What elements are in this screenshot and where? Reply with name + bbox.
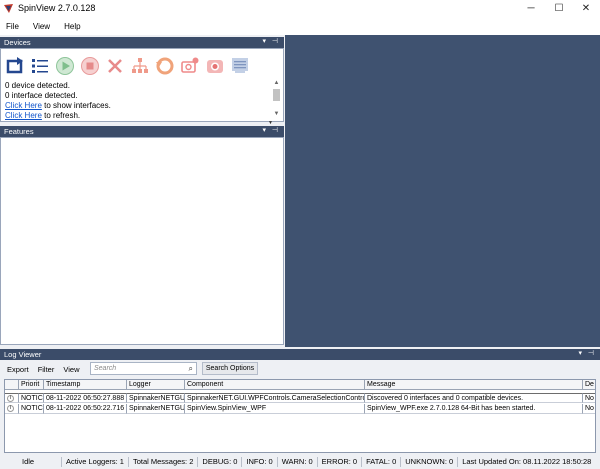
scroll-up-icon[interactable]: ▲ bbox=[272, 79, 281, 88]
status-info-count: INFO: 0 bbox=[242, 457, 278, 467]
play-icon[interactable] bbox=[54, 55, 76, 77]
log-viewer-pin-icon[interactable]: ▾ ⊣ bbox=[578, 349, 596, 357]
menu-help[interactable]: Help bbox=[58, 22, 88, 31]
devices-panel-title: Devices bbox=[4, 38, 31, 47]
main-workspace bbox=[285, 35, 600, 347]
status-unknown-count: UNKNOWN: 0 bbox=[401, 457, 459, 467]
search-input[interactable]: Search ⌕ bbox=[90, 362, 197, 375]
show-interfaces-text: to show interfaces. bbox=[41, 101, 111, 110]
status-fatal-count: FATAL: 0 bbox=[362, 457, 402, 467]
cell-logger: SpinnakerNETGUI bbox=[127, 393, 185, 403]
features-panel-header: Features ▾ ⊣ bbox=[0, 126, 284, 137]
interface-count-text: 0 interface detected. bbox=[5, 91, 78, 100]
refresh-link[interactable]: Click Here bbox=[5, 111, 42, 120]
snapshot-icon[interactable] bbox=[179, 55, 201, 77]
devices-panel: 0 device detected. 0 interface detected.… bbox=[0, 48, 284, 126]
list-view-icon[interactable] bbox=[29, 55, 51, 77]
menu-bar: File View Help bbox=[0, 18, 600, 34]
window-title: SpinView 2.7.0.128 bbox=[18, 3, 96, 13]
network-icon[interactable] bbox=[129, 55, 151, 77]
table-row[interactable]: i NOTICE 08-11-2022 06:50:22.716 Spinnak… bbox=[5, 404, 595, 414]
devices-toolbar bbox=[4, 55, 254, 77]
menu-view[interactable]: View bbox=[27, 22, 58, 31]
status-warn-count: WARN: 0 bbox=[278, 457, 318, 467]
cell-logger: SpinnakerNETGUI bbox=[127, 404, 185, 414]
switch-view-icon[interactable] bbox=[4, 55, 26, 77]
minimize-button[interactable]: ─ bbox=[517, 0, 545, 16]
refresh-text: to refresh. bbox=[41, 111, 81, 120]
log-viewer-header: Log Viewer ▾ ⊣ bbox=[0, 349, 600, 360]
column-header-logger[interactable]: Logger bbox=[127, 380, 185, 390]
status-last-updated: Last Updated On: 08.11.2022 18:50:28 bbox=[462, 457, 592, 466]
maximize-button[interactable]: ☐ bbox=[545, 0, 573, 16]
status-bar: Idle Active Loggers: 1 Total Messages: 2… bbox=[0, 455, 600, 469]
refresh-line: Click Here to refresh. bbox=[5, 111, 80, 120]
cell-detail: No bbox=[583, 393, 595, 403]
table-row[interactable]: i NOTICE 08-11-2022 06:50:27.888 Spinnak… bbox=[5, 393, 595, 403]
cell-timestamp: 08-11-2022 06:50:22.716 bbox=[44, 404, 127, 414]
scroll-thumb[interactable] bbox=[273, 89, 280, 101]
log-table-header: Priorit Timestamp Logger Component Messa… bbox=[5, 380, 595, 390]
status-state: Idle bbox=[0, 457, 62, 467]
close-button[interactable]: ✕ bbox=[572, 0, 600, 16]
search-icon[interactable]: ⌕ bbox=[189, 363, 193, 374]
spinview-logo-icon bbox=[3, 3, 14, 14]
title-bar: SpinView 2.7.0.128 ─ ☐ ✕ bbox=[0, 0, 600, 16]
info-icon: i bbox=[7, 395, 14, 402]
log-viewer-title: Log Viewer bbox=[4, 350, 42, 359]
show-interfaces-link[interactable]: Click Here bbox=[5, 101, 42, 110]
device-count-text: 0 device detected. bbox=[5, 81, 70, 90]
column-header-component[interactable]: Component bbox=[185, 380, 365, 390]
cell-message: Discovered 0 interfaces and 0 compatible… bbox=[365, 393, 583, 403]
cell-message: SpinView_WPF.exe 2.7.0.128 64-Bit has be… bbox=[365, 404, 583, 414]
log-toolbar: Export Filter View Search ⌕ Search Optio… bbox=[0, 361, 600, 377]
status-active-loggers: Active Loggers: 1 bbox=[62, 457, 129, 467]
devices-panel-header: Devices ▾ ⊣ bbox=[0, 37, 284, 48]
disconnect-icon[interactable] bbox=[104, 55, 126, 77]
search-placeholder: Search bbox=[94, 365, 117, 372]
features-panel-title: Features bbox=[4, 127, 34, 136]
info-icon: i bbox=[7, 405, 14, 412]
devices-scrollbar[interactable]: ▲ ▼ bbox=[272, 79, 281, 119]
stop-icon[interactable] bbox=[79, 55, 101, 77]
show-interfaces-line: Click Here to show interfaces. bbox=[5, 101, 111, 110]
row-icon-cell: i bbox=[5, 393, 19, 403]
cell-component: SpinnakerNET.GUI.WPFControls.CameraSelec… bbox=[185, 393, 365, 403]
settings-panel-icon[interactable] bbox=[229, 55, 251, 77]
features-panel-pin-icon[interactable]: ▾ ⊣ bbox=[262, 126, 280, 134]
status-debug-count: DEBUG: 0 bbox=[198, 457, 243, 467]
cell-priority: NOTICE bbox=[19, 393, 44, 403]
menu-file[interactable]: File bbox=[0, 22, 27, 31]
column-header-priority[interactable]: Priorit bbox=[19, 380, 44, 390]
export-button[interactable]: Export bbox=[5, 364, 31, 375]
cell-timestamp: 08-11-2022 06:50:27.888 bbox=[44, 393, 127, 403]
cell-priority: NOTICE bbox=[19, 404, 44, 414]
features-panel bbox=[0, 137, 284, 345]
recording-icon[interactable] bbox=[154, 55, 176, 77]
filter-button[interactable]: Filter bbox=[36, 364, 57, 375]
column-header-sort[interactable] bbox=[5, 380, 19, 390]
column-header-timestamp[interactable]: Timestamp bbox=[44, 380, 127, 390]
cell-detail: No bbox=[583, 405, 595, 414]
scroll-down-icon[interactable]: ▼ bbox=[272, 110, 281, 119]
row-icon-cell: i bbox=[5, 404, 19, 414]
log-table: Priorit Timestamp Logger Component Messa… bbox=[4, 379, 596, 453]
camera-record-icon[interactable] bbox=[204, 55, 226, 77]
column-header-message[interactable]: Message bbox=[365, 380, 583, 390]
cell-component: SpinView.SpinView_WPF bbox=[185, 404, 365, 414]
status-total-messages: Total Messages: 2 bbox=[129, 457, 199, 467]
view-button[interactable]: View bbox=[61, 364, 81, 375]
search-options-button[interactable]: Search Options bbox=[202, 362, 258, 375]
status-error-count: ERROR: 0 bbox=[318, 457, 363, 467]
column-header-detail[interactable]: De bbox=[583, 380, 595, 390]
devices-panel-pin-icon[interactable]: ▾ ⊣ bbox=[262, 37, 280, 45]
